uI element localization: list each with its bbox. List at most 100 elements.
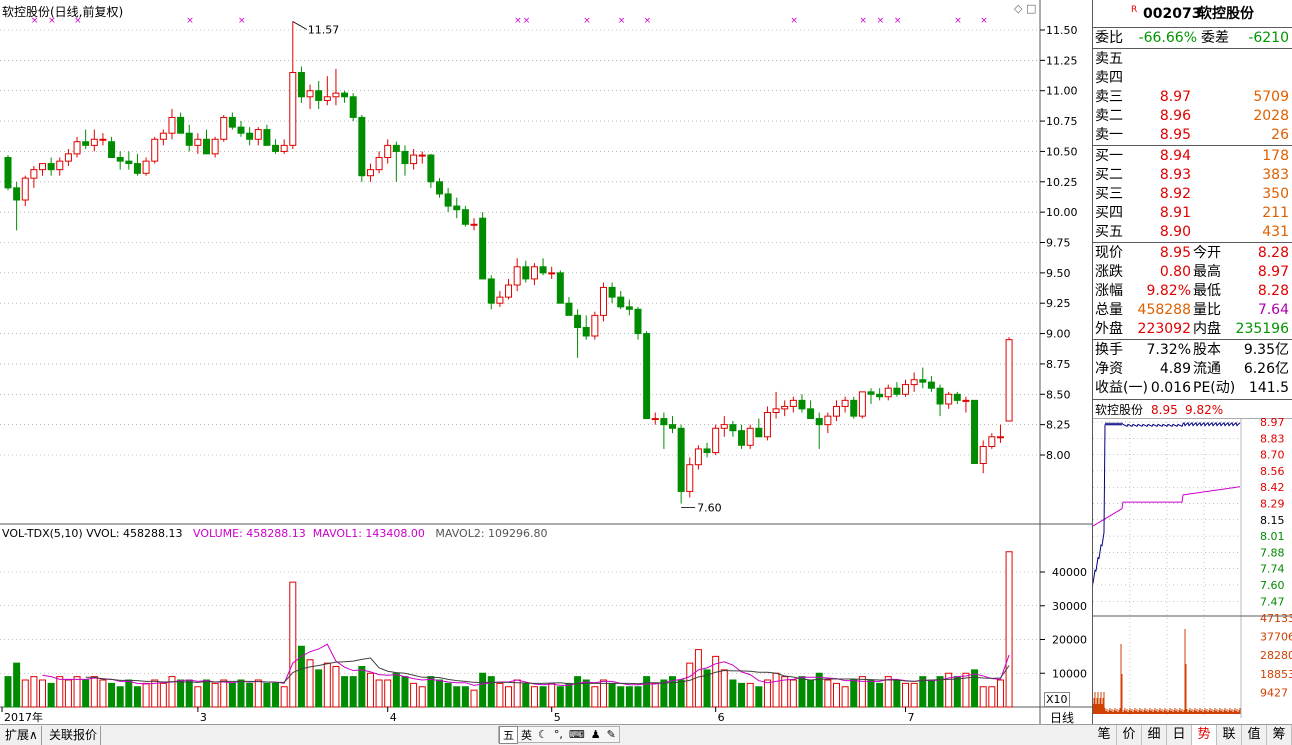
candle-up — [599, 286, 607, 316]
wrench-icon[interactable]: ✎ — [604, 728, 619, 741]
stat-row[interactable]: 外盘 223092 内盘 235196 — [1093, 320, 1292, 339]
candle-down — [876, 393, 884, 398]
candle-up — [151, 138, 159, 162]
ime-lang-icon[interactable]: 英 — [518, 727, 535, 743]
candle-down — [625, 306, 633, 310]
volume-bar-up — [280, 686, 288, 708]
right-tab[interactable]: 联 — [1217, 725, 1242, 745]
price-axis-label: 8.25 — [1046, 419, 1071, 432]
candle-up — [64, 153, 72, 162]
order-row[interactable]: 卖一 8.95 26 — [1093, 126, 1292, 145]
weicha-label: 委差 — [1201, 30, 1229, 46]
candle-down — [461, 209, 469, 225]
volume-bar-up — [211, 682, 219, 708]
candle-down — [522, 266, 530, 280]
divider — [1093, 27, 1292, 28]
order-label: 买一 — [1095, 148, 1123, 164]
right-tab[interactable]: 筹 — [1267, 725, 1292, 745]
price-axis-label: 8.50 — [1046, 388, 1071, 401]
moon-icon[interactable]: ☾ — [535, 728, 551, 741]
candle-down — [358, 116, 366, 177]
volume-bar-down — [556, 686, 564, 708]
stat-v1: 9.82% — [1146, 283, 1191, 299]
right-tab[interactable]: 日 — [1167, 725, 1192, 745]
stat-row[interactable]: 收益(一) 0.016 PE(动) 141.5 — [1093, 379, 1292, 398]
candle-up — [220, 116, 228, 140]
main-kline-chart[interactable]: 11.50 11.25 11.00 10.75 10.50 10.25 10.00 9.75 9… — [0, 0, 1092, 724]
candle-down — [427, 154, 435, 183]
order-row[interactable]: 卖五 — [1093, 50, 1292, 69]
candle-up — [159, 132, 167, 140]
stat-row[interactable]: 总量 458288 量比 7.64 — [1093, 301, 1292, 320]
order-price: 8.96 — [1159, 108, 1191, 124]
punct-icon[interactable]: °, — [551, 728, 566, 741]
volume-bar-up — [375, 679, 383, 708]
divider — [1093, 339, 1292, 340]
candle-up — [375, 157, 383, 171]
volume-axis-label: 40000 — [1052, 566, 1087, 579]
stat-row[interactable]: 换手 7.32% 股本 9.35亿 — [1093, 341, 1292, 360]
order-row[interactable]: 卖四 — [1093, 69, 1292, 88]
candle-down — [634, 308, 642, 335]
stat-v2: 235196 — [1235, 321, 1289, 337]
stat-v1: 458288 — [1137, 302, 1191, 318]
mini-price-label: 7.88 — [1260, 546, 1285, 559]
volume-bar-down — [108, 682, 116, 708]
order-row[interactable]: 卖三 8.97 5709 — [1093, 88, 1292, 107]
expand-button[interactable]: 扩展∧ — [2, 726, 42, 745]
right-tab[interactable]: 势 — [1192, 725, 1217, 745]
intraday-mini-chart[interactable]: 8.97 8.83 8.70 8.56 8.42 8.29 8.15 8.01 7.88 7.74… — [1093, 418, 1292, 718]
mini-price-label: 8.42 — [1260, 481, 1285, 494]
candle-up — [962, 399, 970, 402]
order-label: 买二 — [1095, 167, 1123, 183]
price-axis-label: 8.00 — [1046, 449, 1071, 462]
user-icon[interactable]: ♟ — [588, 728, 604, 741]
stock-code: 002073 — [1143, 6, 1202, 22]
volume-bar-up — [99, 679, 107, 708]
candle-down — [349, 96, 357, 118]
order-row[interactable]: 买二 8.93 383 — [1093, 166, 1292, 185]
ime-toolbar[interactable]: 五 英 ☾ °, ⌨ ♟ ✎ — [498, 725, 620, 744]
order-row[interactable]: 买一 8.94 178 — [1093, 147, 1292, 166]
volume-bar-up — [979, 686, 987, 708]
volume-bar-down — [565, 682, 573, 708]
mini-price-label: 7.60 — [1260, 579, 1285, 592]
volume-bar-down — [82, 679, 90, 708]
right-tab[interactable]: 笔 — [1092, 725, 1117, 745]
volume-bar-up — [323, 662, 331, 708]
candle-down — [13, 187, 21, 201]
chart-corner-icons[interactable]: ◇ □ — [1014, 2, 1036, 15]
order-row[interactable]: 买四 8.91 211 — [1093, 204, 1292, 223]
candle-up — [496, 296, 504, 304]
candle-up — [694, 448, 702, 466]
candle-down — [643, 333, 651, 420]
volume-bar-up — [988, 686, 996, 708]
order-price: 8.93 — [1159, 167, 1191, 183]
stat-l2: 今开 — [1193, 245, 1221, 261]
stat-row[interactable]: 净资 4.89 流通 6.26亿 — [1093, 360, 1292, 379]
stat-row[interactable]: 涨跌 0.80 最高 8.97 — [1093, 263, 1292, 282]
ime-mode-icon[interactable]: 五 — [499, 725, 518, 744]
candle-down — [185, 132, 193, 146]
right-tab[interactable]: 值 — [1242, 725, 1267, 745]
order-price: 8.90 — [1159, 224, 1191, 240]
volume-bar-down — [228, 682, 236, 708]
event-marker: × — [877, 16, 885, 26]
volume-bar-down — [246, 682, 254, 708]
volume-bar-up — [686, 662, 694, 708]
volume-bar-up — [496, 682, 504, 708]
order-label: 卖一 — [1095, 127, 1123, 143]
keyboard-icon[interactable]: ⌨ — [566, 728, 588, 741]
order-row[interactable]: 买三 8.92 350 — [1093, 185, 1292, 204]
candle-up — [280, 144, 288, 152]
order-row[interactable]: 卖二 8.96 2028 — [1093, 107, 1292, 126]
order-row[interactable]: 买五 8.90 431 — [1093, 223, 1292, 242]
right-tab[interactable]: 细 — [1142, 725, 1167, 745]
right-tab[interactable]: 价 — [1117, 725, 1142, 745]
related-quote-button[interactable]: 关联报价 — [46, 726, 102, 745]
candle-up — [746, 427, 754, 446]
stat-row[interactable]: 涨幅 9.82% 最低 8.28 — [1093, 282, 1292, 301]
mini-vol-label: 18853 — [1260, 668, 1292, 681]
stat-row[interactable]: 现价 8.95 今开 8.28 — [1093, 244, 1292, 263]
candle-down — [703, 448, 711, 454]
